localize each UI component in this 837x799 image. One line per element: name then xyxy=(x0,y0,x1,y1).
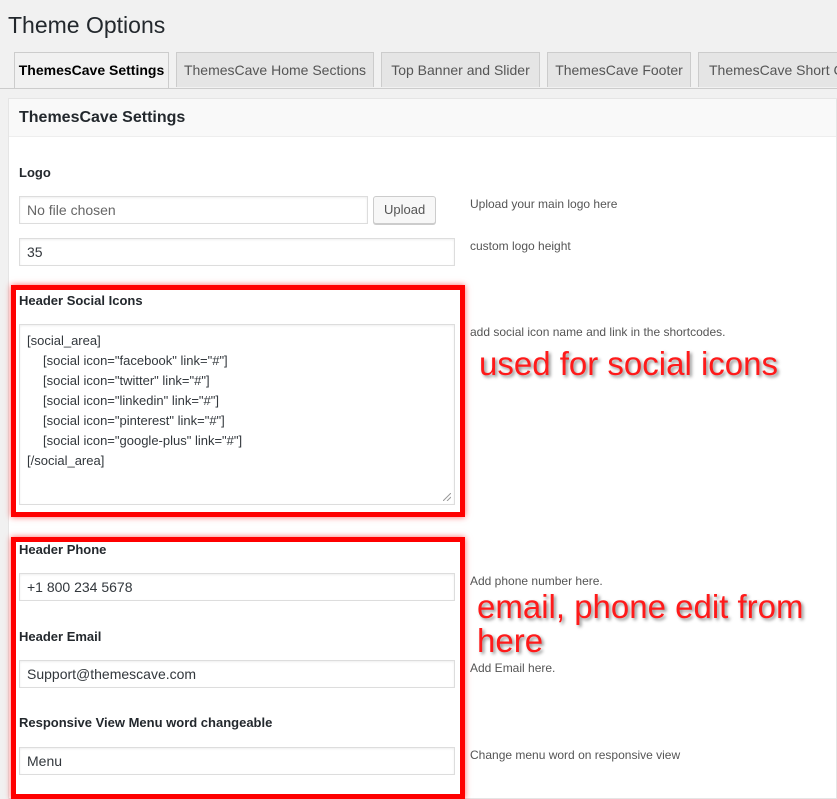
social-annotation: used for social icons xyxy=(479,345,778,382)
social-icons-desc: add social icon name and link in the sho… xyxy=(470,325,726,339)
contact-annotation-line1: email, phone edit from xyxy=(477,588,804,625)
tab-themescave-home-sections[interactable]: ThemesCave Home Sections xyxy=(176,52,374,87)
tab-themescave-short-codes[interactable]: ThemesCave Short C xyxy=(698,52,837,87)
logo-file-input[interactable] xyxy=(19,196,368,224)
logo-upload-desc: Upload your main logo here xyxy=(470,197,618,211)
tab-divider xyxy=(0,88,837,89)
panel-header: ThemesCave Settings xyxy=(9,99,836,137)
header-phone-desc: Add phone number here. xyxy=(470,574,603,588)
logo-label: Logo xyxy=(19,165,51,180)
tab-themescave-settings[interactable]: ThemesCave Settings xyxy=(14,52,169,89)
tab-themescave-footer[interactable]: ThemesCave Footer xyxy=(547,52,691,87)
header-email-desc: Add Email here. xyxy=(470,661,556,675)
tab-top-banner-and-slider[interactable]: Top Banner and Slider xyxy=(381,52,540,87)
contact-annotation-line2: here xyxy=(477,622,544,659)
social-highlight-box xyxy=(11,285,465,517)
logo-height-input[interactable] xyxy=(19,238,455,266)
page-title: Theme Options xyxy=(8,12,166,38)
tab-bar: ThemesCave Settings ThemesCave Home Sect… xyxy=(0,52,837,89)
contact-highlight-box xyxy=(11,537,465,799)
upload-button[interactable]: Upload xyxy=(373,196,437,224)
logo-height-desc: custom logo height xyxy=(470,239,571,253)
menu-word-desc: Change menu word on responsive view xyxy=(470,748,681,762)
panel-title: ThemesCave Settings xyxy=(19,109,186,126)
